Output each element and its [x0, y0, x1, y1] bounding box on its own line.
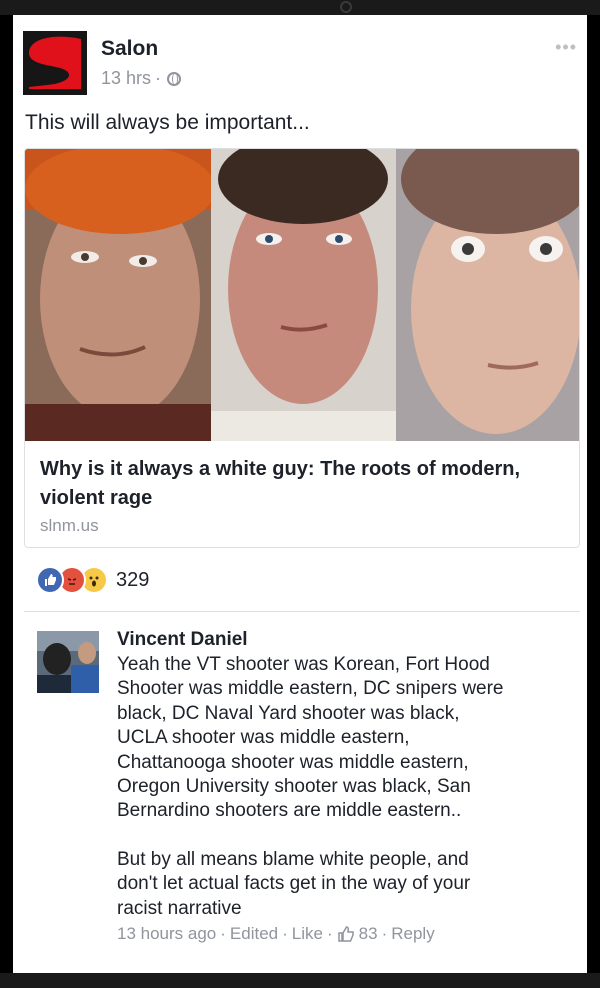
- top-status-bar: [0, 0, 600, 15]
- post-time[interactable]: 13 hrs: [101, 68, 151, 89]
- comment-line: black, DC Naval Yard shooter was black,: [117, 702, 460, 724]
- link-preview[interactable]: Why is it always a white guy: The roots …: [24, 148, 580, 548]
- bottom-bar: [0, 973, 600, 988]
- post-meta: 13 hrs ·: [101, 68, 182, 89]
- comment-author[interactable]: Vincent Daniel: [117, 629, 248, 651]
- comment-line: But by all means blame white people, and: [117, 848, 469, 870]
- salon-logo-avatar[interactable]: [23, 31, 87, 95]
- divider: [24, 611, 580, 612]
- reaction-count[interactable]: 329: [116, 569, 149, 592]
- page-name[interactable]: Salon: [101, 37, 158, 61]
- photo-right: [396, 149, 579, 441]
- post-card: Salon 13 hrs · ••• This will always be i…: [13, 15, 587, 973]
- comment-line: don't let actual facts get in the way of…: [117, 873, 471, 895]
- comment-edited[interactable]: Edited: [230, 924, 278, 944]
- photo-middle: [211, 149, 396, 441]
- comment-meta: 13 hours ago · Edited · Like · 83 · Repl…: [117, 924, 435, 944]
- comment-line: UCLA shooter was middle eastern,: [117, 727, 410, 749]
- comment-like-count[interactable]: 83: [359, 924, 378, 944]
- comment-line: Chattanooga shooter was middle eastern,: [117, 751, 469, 773]
- meta-separator: ·: [155, 68, 162, 88]
- comment-line: Oregon University shooter was black, San: [117, 776, 471, 798]
- meta-separator: ·: [326, 924, 333, 943]
- like-link[interactable]: Like: [292, 924, 323, 944]
- comment-text: Yeah the VT shooter was Korean, Fort Hoo…: [117, 653, 577, 921]
- commenter-avatar[interactable]: [37, 631, 99, 693]
- link-body[interactable]: Why is it always a white guy: The roots …: [25, 441, 579, 547]
- globe-icon: [167, 71, 182, 86]
- thumbs-up-icon[interactable]: [337, 925, 355, 943]
- comment-line: Yeah the VT shooter was Korean, Fort Hoo…: [117, 654, 490, 675]
- comment-time[interactable]: 13 hours ago: [117, 924, 216, 944]
- ellipsis-icon[interactable]: •••: [555, 37, 577, 58]
- reply-link[interactable]: Reply: [391, 924, 434, 944]
- comment-line: racist narrative: [117, 897, 242, 919]
- post-text: This will always be important...: [25, 111, 310, 134]
- link-domain: slnm.us: [40, 516, 99, 535]
- comment-line: Shooter was middle eastern, DC snipers w…: [117, 678, 504, 700]
- link-title[interactable]: Why is it always a white guy: The roots …: [40, 455, 550, 513]
- meta-separator: ·: [381, 924, 388, 943]
- meta-separator: ·: [282, 924, 288, 943]
- comment-line: Bernardino shooters are middle eastern..: [117, 800, 462, 822]
- like-reaction-icon: [36, 566, 64, 594]
- meta-separator: ·: [220, 924, 226, 943]
- photo-left: [25, 149, 211, 441]
- search-icon: [340, 1, 352, 13]
- reactions-summary[interactable]: 329: [36, 566, 149, 594]
